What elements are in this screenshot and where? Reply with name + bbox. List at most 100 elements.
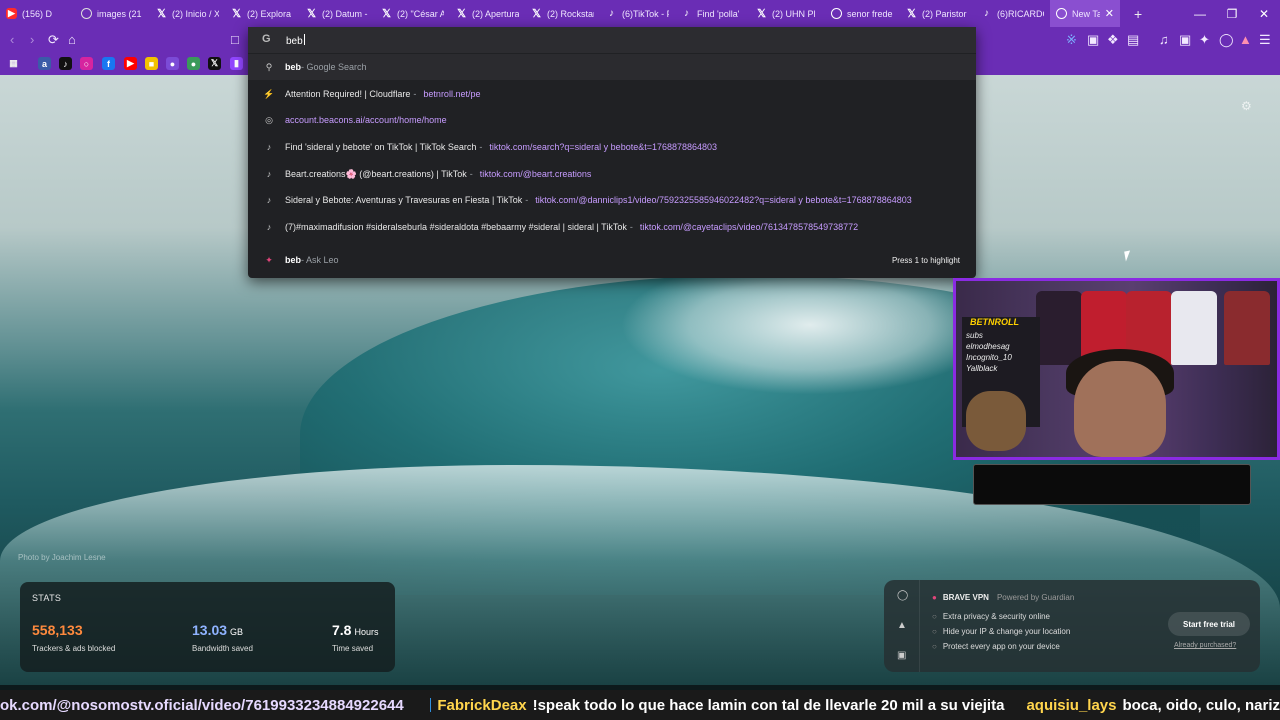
suggestion-pre: Find 'sideral y bebote' on TikTok | TikT… bbox=[285, 142, 477, 152]
omnibox-input[interactable]: G beb bbox=[248, 27, 976, 53]
menu-icon[interactable]: ☰ bbox=[1259, 32, 1271, 48]
suggestion-pre: Attention Required! | Cloudflare bbox=[285, 89, 411, 99]
tab-title: senor frede bbox=[847, 8, 893, 19]
tab[interactable]: 𝕏 (2) UHN Pl bbox=[750, 0, 825, 27]
tab[interactable]: 𝕏 (2) Apertura bbox=[450, 0, 525, 27]
wallet-icon[interactable]: ▣ bbox=[1179, 32, 1191, 48]
vpn-feature: ○ Extra privacy & security online bbox=[932, 612, 1050, 621]
puzzle-icon[interactable]: ❖ bbox=[1107, 32, 1119, 48]
back-icon[interactable]: ‹ bbox=[10, 32, 14, 47]
x-icon: 𝕏 bbox=[532, 8, 541, 20]
omnibox-dropdown: G beb ⚲ beb - Google Search ⚡ Attention Req… bbox=[248, 27, 976, 278]
apps-icon[interactable]: ▦ bbox=[7, 57, 20, 70]
maximize-icon[interactable]: ❐ bbox=[1216, 7, 1248, 21]
tab[interactable]: 𝕏 (2) Inicio / X bbox=[150, 0, 225, 27]
tab[interactable]: 𝕏 (2) Datum - bbox=[300, 0, 375, 27]
x-icon: 𝕏 bbox=[157, 8, 166, 20]
tab[interactable]: senor frede bbox=[825, 0, 900, 27]
already-purchased-link[interactable]: Already purchased? bbox=[1174, 642, 1236, 649]
twitch-icon[interactable]: ▮ bbox=[230, 57, 243, 70]
ticker-text: ok.com/@nosomostv.oficial/video/76199332… bbox=[0, 696, 404, 714]
tab[interactable]: 𝕏 (2) Explora bbox=[225, 0, 300, 27]
tab[interactable]: ♪ (6)TikTok - F bbox=[600, 0, 675, 27]
tab[interactable]: 𝕏 (2) "César A bbox=[375, 0, 450, 27]
tiktok-icon: ♪ bbox=[609, 8, 614, 19]
youtube-icon[interactable]: ▶ bbox=[124, 57, 137, 70]
shield-icon[interactable]: ◯ bbox=[897, 590, 908, 601]
music-icon[interactable]: ♫ bbox=[1159, 32, 1169, 47]
start-trial-button[interactable]: Start free trial bbox=[1168, 612, 1250, 636]
streamer-logo: BETNROLL bbox=[970, 317, 1019, 327]
stat-time: 7.8 Hours Time saved bbox=[332, 622, 378, 653]
window-controls: — ❐ ✕ bbox=[1184, 0, 1280, 27]
bookmark-site-icon[interactable]: a bbox=[38, 57, 51, 70]
tab[interactable]: images (21 bbox=[75, 0, 150, 27]
vpn-powered: Powered by Guardian bbox=[996, 593, 1075, 602]
suggestion-bold: beb bbox=[285, 255, 302, 265]
photo-credit[interactable]: Photo by Joachim Lesne bbox=[18, 553, 106, 562]
stat-unit: GB bbox=[230, 627, 244, 637]
warning-icon[interactable]: ▲ bbox=[897, 620, 907, 631]
news-icon[interactable]: ▣ bbox=[897, 650, 906, 661]
facebook-icon[interactable]: f bbox=[102, 57, 115, 70]
vpn-icon[interactable]: ※ bbox=[1066, 32, 1077, 48]
tab[interactable]: 𝕏 (2) Rockstar bbox=[525, 0, 600, 27]
shield-icon[interactable]: ◯ bbox=[1219, 32, 1234, 48]
omnibox-suggestion[interactable]: ♪ Beart.creations🌸 (@beart.creations) | T… bbox=[248, 161, 976, 187]
vpn-title: BRAVE VPN bbox=[942, 593, 989, 602]
gear-icon[interactable]: ⚙ bbox=[1241, 99, 1252, 113]
stat-value: 7.8 bbox=[332, 622, 352, 638]
tab[interactable]: 𝕏 (2) Paristor bbox=[900, 0, 975, 27]
omnibox-suggestion[interactable]: ♪ Find 'sideral y bebote' on TikTok | Tik… bbox=[248, 134, 976, 160]
tab[interactable]: ▶ (156) D bbox=[0, 0, 75, 27]
search-icon: ⚲ bbox=[265, 61, 273, 72]
tab[interactable]: ♪ (6)RICARDO bbox=[975, 0, 1050, 27]
omnibox-query: beb bbox=[286, 36, 303, 47]
omnibox-suggestion[interactable]: ⚡ Attention Required! | Cloudflare - betnro… bbox=[248, 81, 976, 107]
check-icon: ○ bbox=[932, 642, 937, 651]
vpn-feature: ○ Protect every app on your device bbox=[932, 642, 1060, 651]
tiktok-icon: ♪ bbox=[266, 142, 272, 152]
minimize-icon[interactable]: — bbox=[1184, 7, 1216, 21]
omnibox-suggestion[interactable]: ◎ account.beacons.ai/account/home/home bbox=[248, 107, 976, 133]
leo-icon[interactable]: ✦ bbox=[1199, 32, 1210, 48]
bookmark-site-icon[interactable]: ■ bbox=[145, 57, 158, 70]
home-icon[interactable]: ⌂ bbox=[68, 32, 76, 47]
suggestion-url: betnroll.net/pe bbox=[423, 89, 481, 99]
close-tab-icon[interactable]: ✕ bbox=[1105, 7, 1114, 20]
bookmark-icon[interactable]: □ bbox=[231, 32, 239, 47]
tiktok-icon: ♪ bbox=[266, 222, 272, 232]
reload-icon[interactable]: ⟳ bbox=[48, 32, 59, 48]
new-tab-icon[interactable]: + bbox=[1134, 6, 1142, 22]
rewards-icon[interactable]: ▲ bbox=[1239, 32, 1252, 47]
omnibox-suggestion[interactable]: ♪ Sideral y Bebote: Aventuras y Travesura… bbox=[248, 187, 976, 213]
close-window-icon[interactable]: ✕ bbox=[1248, 7, 1280, 21]
tab-title: (2) "César A bbox=[397, 8, 444, 19]
tab-title: (6)TikTok - F bbox=[622, 8, 669, 19]
stat-desc: Bandwidth saved bbox=[192, 644, 253, 653]
jersey bbox=[1171, 291, 1217, 365]
forward-icon[interactable]: › bbox=[30, 32, 34, 47]
omnibox-suggestion[interactable]: ✦ beb - Ask Leo Press 1 to highlight bbox=[248, 247, 976, 273]
vpn-feature: ○ Hide your IP & change your location bbox=[932, 627, 1071, 636]
x-icon: 𝕏 bbox=[307, 8, 316, 20]
stat-value: 13.03 bbox=[192, 622, 228, 638]
reader-icon[interactable]: ▤ bbox=[1127, 32, 1139, 48]
tab[interactable]: New Ta ✕ bbox=[1050, 0, 1120, 27]
vpn-icon: ● bbox=[932, 593, 937, 602]
google-icon: G bbox=[262, 33, 271, 45]
omnibox-suggestion[interactable]: ♪ (7)#maximadifusion #sideralseburla #sid… bbox=[248, 214, 976, 240]
tiktok-icon[interactable]: ♪ bbox=[59, 57, 72, 70]
instagram-icon[interactable]: ○ bbox=[80, 57, 93, 70]
chat-username: FabrickDeax bbox=[437, 696, 527, 714]
overlay-box bbox=[973, 464, 1251, 505]
bookmark-site-icon[interactable]: ● bbox=[187, 57, 200, 70]
webcam-overlay: subs elmodhesag Incognito_10 Yallblack BETN… bbox=[953, 278, 1280, 460]
tab[interactable]: ♪ Find 'polla' bbox=[675, 0, 750, 27]
bookmark-site-icon[interactable]: ● bbox=[166, 57, 179, 70]
leo-icon: ✦ bbox=[265, 254, 273, 265]
youtube-icon: ▶ bbox=[6, 8, 17, 19]
x-icon[interactable]: 𝕏 bbox=[208, 57, 221, 70]
extension-icon[interactable]: ▣ bbox=[1087, 32, 1099, 48]
omnibox-suggestion[interactable]: ⚲ beb - Google Search bbox=[248, 54, 976, 80]
